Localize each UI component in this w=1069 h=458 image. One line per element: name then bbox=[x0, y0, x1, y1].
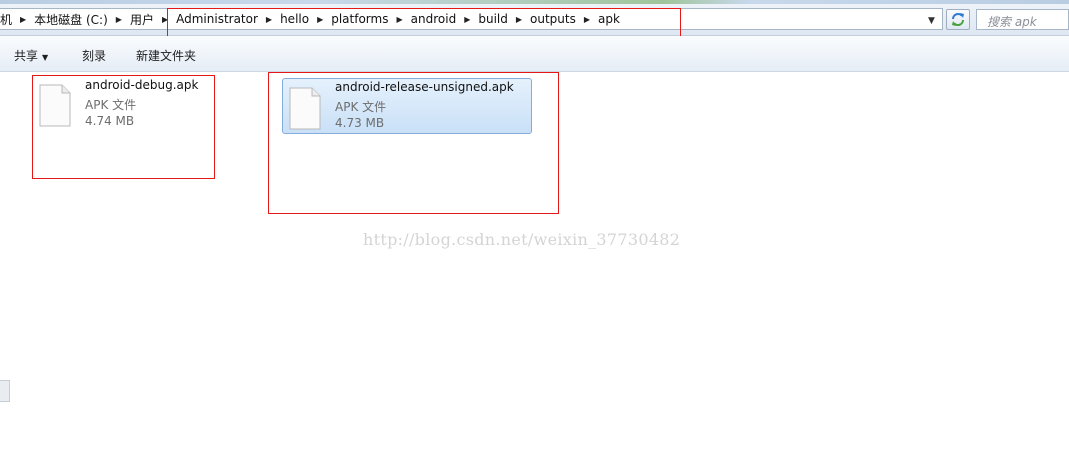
chevron-right-icon[interactable]: ▶ bbox=[157, 15, 173, 24]
file-item-debug[interactable]: android-debug.apk APK 文件 4.74 MB bbox=[33, 76, 213, 132]
chevron-right-icon[interactable]: ▶ bbox=[391, 15, 407, 24]
crumb-hello[interactable]: hello bbox=[277, 12, 312, 26]
share-button[interactable]: 共享 ▼ bbox=[14, 47, 48, 64]
burn-button[interactable]: 刻录 bbox=[82, 47, 106, 64]
file-name: android-debug.apk bbox=[85, 78, 199, 92]
new-folder-button[interactable]: 新建文件夹 bbox=[136, 47, 196, 64]
crumb-platforms[interactable]: platforms bbox=[328, 12, 391, 26]
crumb-apk[interactable]: apk bbox=[595, 12, 623, 26]
refresh-icon bbox=[952, 13, 964, 26]
chevron-right-icon[interactable]: ▶ bbox=[511, 15, 527, 24]
crumb-build[interactable]: build bbox=[475, 12, 511, 26]
file-icon bbox=[39, 84, 71, 127]
file-type: APK 文件 bbox=[335, 100, 387, 114]
file-icon bbox=[289, 87, 321, 130]
share-label: 共享 bbox=[14, 49, 39, 63]
scrollbar-thumb[interactable] bbox=[0, 380, 10, 402]
crumb-administrator[interactable]: Administrator bbox=[173, 12, 261, 26]
file-item-release-unsigned[interactable]: android-release-unsigned.apk APK 文件 4.73… bbox=[282, 78, 532, 134]
chevron-right-icon[interactable]: ▶ bbox=[579, 15, 595, 24]
file-size: 4.74 MB bbox=[85, 114, 135, 128]
dropdown-arrow-icon: ▼ bbox=[42, 53, 49, 62]
chevron-right-icon[interactable]: ▶ bbox=[261, 15, 277, 24]
dropdown-arrow-icon[interactable]: ▼ bbox=[928, 16, 935, 26]
crumb-android[interactable]: android bbox=[408, 12, 460, 26]
file-name: android-release-unsigned.apk bbox=[335, 80, 514, 94]
address-bar[interactable]: 机 ▶ 本地磁盘 (C:) ▶ 用户 ▶ Administrator ▶ hel… bbox=[0, 8, 943, 30]
crumb-local-disk[interactable]: 本地磁盘 (C:) bbox=[31, 11, 111, 28]
chevron-right-icon[interactable]: ▶ bbox=[312, 15, 328, 24]
search-placeholder: 搜索 apk bbox=[987, 15, 1037, 29]
chevron-right-icon[interactable]: ▶ bbox=[459, 15, 475, 24]
refresh-button[interactable] bbox=[946, 9, 970, 30]
command-toolbar: 共享 ▼ 刻录 新建文件夹 bbox=[0, 36, 1069, 72]
file-size: 4.73 MB bbox=[335, 116, 385, 130]
breadcrumb: 机 ▶ 本地磁盘 (C:) ▶ 用户 ▶ Administrator ▶ hel… bbox=[0, 9, 623, 29]
crumb-computer[interactable]: 机 bbox=[0, 11, 15, 28]
file-list-area[interactable]: android-debug.apk APK 文件 4.74 MB android… bbox=[0, 72, 1069, 458]
crumb-outputs[interactable]: outputs bbox=[527, 12, 579, 26]
watermark-url: http://blog.csdn.net/weixin_37730482 bbox=[363, 230, 681, 249]
chevron-right-icon[interactable]: ▶ bbox=[111, 15, 127, 24]
address-row: 机 ▶ 本地磁盘 (C:) ▶ 用户 ▶ Administrator ▶ hel… bbox=[0, 4, 1069, 40]
crumb-users[interactable]: 用户 bbox=[127, 11, 157, 28]
search-input[interactable]: 搜索 apk bbox=[976, 9, 1069, 30]
chevron-right-icon[interactable]: ▶ bbox=[15, 15, 31, 24]
file-type: APK 文件 bbox=[85, 98, 137, 112]
